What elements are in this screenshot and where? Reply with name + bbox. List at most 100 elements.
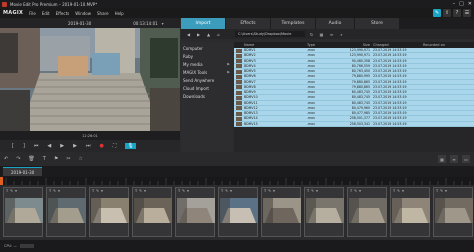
storyboard-clip[interactable]: T ✎ ▾ [218,187,258,237]
clip-menu-icon[interactable]: ▾ [230,189,232,193]
sidebar-item-computer[interactable]: Computer [181,44,233,52]
clip-title-icon[interactable]: T [393,189,395,193]
close-button[interactable]: ✕ [468,1,472,7]
back-icon[interactable]: ◀ [185,31,192,38]
preview-menu-icon[interactable]: ▾ [162,21,164,26]
tab-audio[interactable]: Audio [316,18,354,29]
clip-menu-icon[interactable]: ▾ [273,189,275,193]
record-icon[interactable]: ● [100,143,104,149]
undo-icon[interactable]: ↶ [4,156,8,162]
tab-import[interactable]: Import [181,18,225,29]
sidebar-item-send-anywhere[interactable]: Send Anywhere [181,76,233,84]
path-field[interactable]: C:\Users\Study\Dropbox\Movie [235,31,305,37]
mark-out-icon[interactable]: ] [23,143,25,149]
project-tab[interactable]: 2019-01-30 [3,167,43,176]
column-header-type[interactable]: Type [307,43,335,47]
storyboard-clip[interactable]: T ✎ ▾ [46,187,86,237]
up-icon[interactable]: ▲ [205,31,212,38]
storyboard-clip[interactable]: T ✎ ▾ [433,187,473,237]
column-header-size[interactable]: Size [335,43,373,47]
sidebar-item-ruby[interactable]: Ruby [181,52,233,60]
clip-menu-icon[interactable]: ▾ [15,189,17,193]
clip-edit-icon[interactable]: ✎ [397,189,400,193]
sidebar-item-cloud-import[interactable]: Cloud Import [181,84,233,92]
storyboard-clip[interactable]: T ✎ ▾ [3,187,43,237]
clip-menu-icon[interactable]: ▾ [187,189,189,193]
clip-menu-icon[interactable]: ▾ [445,189,447,193]
next-frame-icon[interactable]: ▶ [73,143,77,149]
storyboard-clip[interactable]: T ✎ ▾ [175,187,215,237]
search-icon[interactable]: ⌕ [338,31,345,38]
clip-edit-icon[interactable]: ✎ [311,189,314,193]
column-header-name[interactable]: Name [234,43,307,47]
mode-icon[interactable]: ✎ [433,9,441,17]
clip-title-icon[interactable]: T [307,189,309,193]
clip-edit-icon[interactable]: ✎ [225,189,228,193]
video-preview[interactable] [0,28,180,131]
redo-icon[interactable]: ↷ [16,156,20,162]
help-icon[interactable]: ? [453,9,461,17]
clip-edit-icon[interactable]: ✎ [96,189,99,193]
clip-title-icon[interactable]: T [264,189,266,193]
play-icon[interactable]: ▶ [60,143,64,149]
minimize-button[interactable]: – [453,1,456,7]
clip-edit-icon[interactable]: ✎ [268,189,271,193]
forward-icon[interactable]: ▶ [195,31,202,38]
clip-title-icon[interactable]: T [92,189,94,193]
menu-help[interactable]: Help [115,11,124,16]
storyboard-clip[interactable]: T ✎ ▾ [390,187,430,237]
file-row[interactable]: BDMV15 .mov 258,503,341 23.07.2019 14:53:19 [234,121,474,127]
jump-start-icon[interactable]: ⏮ [34,143,39,149]
clip-title-icon[interactable]: T [178,189,180,193]
timeline-view-icon[interactable]: ≡ [450,155,458,163]
expand-arrow-icon[interactable]: ▶ [227,62,230,66]
clip-title-icon[interactable]: T [436,189,438,193]
clip-title-icon[interactable]: T [221,189,223,193]
clip-edit-icon[interactable]: ✎ [53,189,56,193]
menu-file[interactable]: File [29,11,36,16]
export-icon[interactable]: ⇪ [443,9,451,17]
fullscreen-icon[interactable]: ⛶ [113,143,117,149]
clip-edit-icon[interactable]: ✎ [182,189,185,193]
playhead[interactable] [0,177,3,185]
clip-menu-icon[interactable]: ▾ [402,189,404,193]
sidebar-item-my-media[interactable]: My media ▶ [181,60,233,68]
tab-store[interactable]: Store [355,18,399,29]
clip-menu-icon[interactable]: ▾ [316,189,318,193]
menu-edit[interactable]: Edit [42,11,50,16]
menu-share[interactable]: Share [97,11,109,16]
prev-frame-icon[interactable]: ◀ [47,143,51,149]
clip-edit-icon[interactable]: ✎ [10,189,13,193]
expand-arrow-icon[interactable]: ▶ [227,70,230,74]
split-icon[interactable]: ✂ [66,156,70,162]
maximize-button[interactable]: □ [459,1,464,7]
storyboard-clip[interactable]: T ✎ ▾ [132,187,172,237]
clip-menu-icon[interactable]: ▾ [144,189,146,193]
effects-icon[interactable]: ☆ [79,156,83,162]
clip-edit-icon[interactable]: ✎ [354,189,357,193]
clip-edit-icon[interactable]: ✎ [440,189,443,193]
clip-title-icon[interactable]: T [350,189,352,193]
sidebar-item-magix-tools[interactable]: MAGIX Tools ▶ [181,68,233,76]
tab-effects[interactable]: Effects [226,18,270,29]
storyboard-clip[interactable]: T ✎ ▾ [261,187,301,237]
column-header-recorded[interactable]: Recorded on [423,43,474,47]
delete-icon[interactable]: 🗑 [28,156,34,162]
storyboard-clip[interactable]: T ✎ ▾ [89,187,129,237]
preview-time-ruler[interactable]: 12:26:01 [0,131,180,140]
timeline-ruler[interactable] [0,177,474,185]
clip-title-icon[interactable]: T [6,189,8,193]
overview-icon[interactable]: ▭ [462,155,470,163]
marker-icon[interactable]: ⚑ [54,156,58,162]
jump-end-icon[interactable]: ⏭ [86,143,91,149]
settings-icon[interactable]: ☰ [463,9,471,17]
clip-title-icon[interactable]: T [135,189,137,193]
clip-edit-icon[interactable]: ✎ [139,189,142,193]
clip-title-icon[interactable]: T [49,189,51,193]
clip-menu-icon[interactable]: ▾ [101,189,103,193]
view-icon[interactable]: ▦ [318,31,325,38]
home-icon[interactable]: ⌂ [215,31,222,38]
storyboard-clip[interactable]: T ✎ ▾ [347,187,387,237]
sidebar-item-downloads[interactable]: Downloads [181,92,233,100]
column-header-changed[interactable]: Changed [373,43,423,47]
